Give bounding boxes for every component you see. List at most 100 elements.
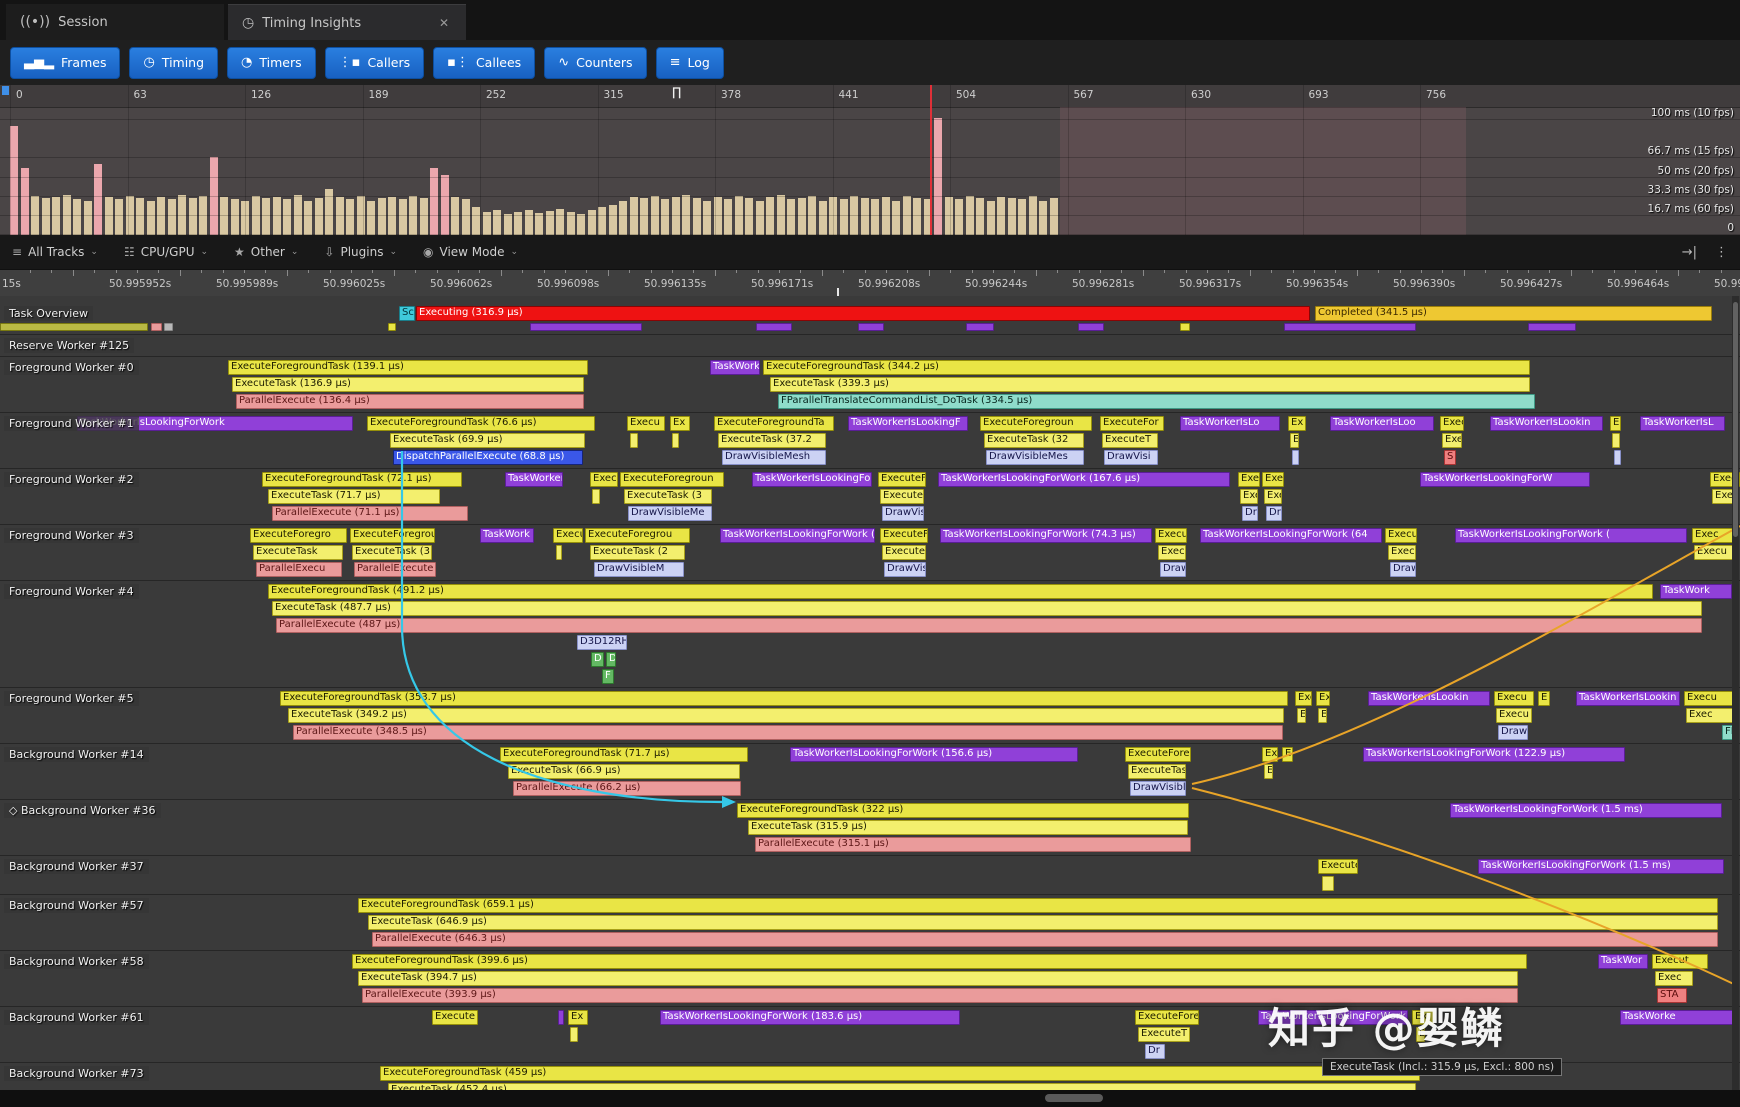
timing-event[interactable]: TaskWorkerIsLookingForWork (167.6 µs) xyxy=(938,472,1230,487)
timing-event[interactable]: Draw xyxy=(1390,562,1416,577)
timing-event[interactable]: ExecuteFor xyxy=(1100,416,1164,431)
timing-event[interactable]: Draw xyxy=(1160,562,1186,577)
timing-event[interactable]: TaskWorkerIsLookingForWork (1.5 ms) xyxy=(1450,803,1722,818)
timing-event[interactable]: Execu xyxy=(1385,528,1417,543)
timing-event[interactable]: Exec xyxy=(1655,971,1693,986)
timing-event[interactable] xyxy=(966,323,994,331)
timing-event[interactable]: Exec xyxy=(1158,545,1186,560)
timing-event[interactable]: ParallelExecute (71.1 µs) xyxy=(272,506,468,521)
frame-bar[interactable] xyxy=(461,199,470,235)
frame-bar[interactable] xyxy=(881,197,890,235)
timing-event[interactable]: Ex xyxy=(1288,416,1306,431)
timing-event[interactable]: TaskWork xyxy=(1660,584,1732,599)
track-row[interactable]: Foreground Worker #2 ExecuteForegroundTas… xyxy=(0,470,1740,525)
timing-event[interactable]: ExecuteForegroundTask (459 µs) xyxy=(380,1066,1420,1081)
timing-event[interactable] xyxy=(1612,433,1620,448)
timing-event[interactable]: TaskWorkerIsLookingFo xyxy=(752,472,872,487)
track-label[interactable]: Background Worker #61 xyxy=(4,1010,149,1025)
timing-event[interactable] xyxy=(558,1010,564,1025)
track-label[interactable]: Foreground Worker #4 xyxy=(4,584,139,599)
frame-bar[interactable] xyxy=(556,208,564,235)
frame-bar[interactable] xyxy=(524,209,533,235)
timing-event[interactable]: Ex xyxy=(1316,691,1330,706)
timing-event[interactable]: ParallelExecute (315.1 µs) xyxy=(755,837,1191,852)
timing-event[interactable]: Execu xyxy=(1262,472,1284,487)
timing-event[interactable]: ParallelExecute (66.2 µs) xyxy=(513,781,741,796)
frame-bar[interactable] xyxy=(640,198,648,235)
timing-event[interactable]: ExecuteTask (71.7 µs) xyxy=(268,489,440,504)
filter-other[interactable]: ★ Other ⌄ xyxy=(234,245,298,259)
timing-event[interactable]: ExecuteForegroun xyxy=(980,416,1092,431)
timing-event[interactable] xyxy=(858,323,884,331)
frame-bar[interactable] xyxy=(703,200,711,235)
toolbar-button-callers[interactable]: ⋮▪ Callers xyxy=(324,46,425,79)
timing-event[interactable] xyxy=(1614,450,1621,465)
timing-event[interactable]: ExecuteTask (66.9 µs) xyxy=(508,764,740,779)
frame-bar[interactable] xyxy=(1018,199,1026,235)
timing-event[interactable] xyxy=(0,323,148,331)
frame-bar[interactable] xyxy=(20,168,29,235)
timing-event[interactable]: DispatchParallelExecute (68.8 µs) xyxy=(393,450,583,465)
frame-bar[interactable] xyxy=(230,199,239,235)
timing-event[interactable]: ParallelExecute xyxy=(354,562,436,577)
track-row[interactable]: Task Overview Sc Executing (316.9 µs) Compl… xyxy=(0,296,1740,335)
timing-event[interactable]: ExecuteTask (394.7 µs) xyxy=(358,971,1518,986)
timing-event[interactable]: Dr xyxy=(1145,1044,1165,1059)
timing-event[interactable]: ExecuteFore xyxy=(1135,1010,1199,1025)
time-ruler[interactable]: 15s 50.995952s 50.995989s 50.996025s 50.9960… xyxy=(0,269,1740,303)
timing-event[interactable]: TaskWorkerIsLookingForWork (122.9 µs) xyxy=(1363,747,1625,762)
frame-bar[interactable] xyxy=(451,197,459,235)
frame-bar[interactable] xyxy=(818,200,827,235)
timing-event[interactable]: Execu xyxy=(1694,545,1734,560)
timing-event[interactable]: DrawVisibleMe xyxy=(628,506,712,521)
filter-cpu-gpu[interactable]: ☷ CPU/GPU ⌄ xyxy=(124,245,208,259)
timing-event[interactable]: Exe xyxy=(1295,691,1312,706)
frame-bar[interactable] xyxy=(83,200,92,235)
timing-event[interactable]: ExecuteTask (37.2 xyxy=(718,433,826,448)
jump-to-end-icon[interactable]: →| xyxy=(1682,245,1697,260)
frame-bar[interactable] xyxy=(724,199,732,235)
tab-session[interactable]: ((•)) Session xyxy=(6,4,224,40)
timing-event[interactable]: TaskWorkerIsLookingForWork (156.6 µs) xyxy=(790,747,1078,762)
timing-event[interactable]: D3D12RHI xyxy=(577,635,627,650)
timing-event[interactable]: TaskWork xyxy=(710,360,760,375)
timing-event[interactable]: ExecuteFore xyxy=(880,528,928,543)
timing-event[interactable]: ExecuteForegroundTask (399.6 µs) xyxy=(352,954,1527,969)
frame-bar[interactable] xyxy=(860,198,869,235)
timing-event[interactable]: TaskWorkerIsLoo xyxy=(1330,416,1434,431)
timing-event[interactable]: ExecuteForegroundTask (71.7 µs) xyxy=(500,747,748,762)
timing-event[interactable]: ExecuteTask (452.4 µs) xyxy=(388,1083,1416,1090)
timing-event[interactable]: TaskWorkerIsLookingForWork (64 xyxy=(1200,528,1382,543)
timing-event[interactable]: Exec xyxy=(1686,708,1736,723)
timing-event[interactable]: Execut xyxy=(553,528,583,543)
frame-index-ruler[interactable]: 0 63 126 189 252 315 378 441 504 567 630 693 756 ∏ xyxy=(0,85,1740,108)
frame-bar[interactable] xyxy=(944,197,953,235)
timing-event[interactable]: Ex xyxy=(568,1010,588,1025)
timing-event[interactable] xyxy=(1528,323,1576,331)
timing-event[interactable]: ExecuteTask (2 xyxy=(590,545,685,560)
timing-event[interactable]: ExecuteTask (646.9 µs) xyxy=(368,915,1718,930)
toolbar-button-counters[interactable]: ∿ Counters xyxy=(544,46,647,79)
frame-bar[interactable] xyxy=(104,197,113,235)
frame-bar[interactable] xyxy=(787,199,795,235)
timing-event[interactable]: ExecuteForegroundTask (659.1 µs) xyxy=(358,898,1718,913)
timing-event[interactable]: Execute xyxy=(432,1010,478,1025)
frame-bar[interactable] xyxy=(598,207,606,235)
timing-event[interactable]: ExecuteTask (136.9 µs) xyxy=(232,377,584,392)
timing-event[interactable]: Dra xyxy=(1266,506,1282,521)
frame-bar[interactable] xyxy=(892,200,900,235)
timing-event[interactable]: ExecuteTas xyxy=(882,545,926,560)
timing-event[interactable] xyxy=(556,545,562,560)
frame-bar[interactable] xyxy=(1039,200,1047,235)
timing-event[interactable]: ExecuteForegr xyxy=(878,472,926,487)
frame-bar[interactable] xyxy=(745,198,753,235)
frame-bar[interactable] xyxy=(136,198,144,235)
timing-event[interactable]: TaskWorkerIsLookingF xyxy=(848,416,968,431)
track-label[interactable]: Background Worker #57 xyxy=(4,898,149,913)
frame-bar[interactable] xyxy=(10,125,18,235)
timing-event[interactable]: ExecuteForegroundTask (353.7 µs) xyxy=(280,691,1288,706)
frame-bar[interactable] xyxy=(52,197,60,235)
timing-event[interactable]: ExecuteForegroundTask (344.2 µs) xyxy=(763,360,1530,375)
frame-bar[interactable] xyxy=(503,214,512,235)
frame-bar[interactable] xyxy=(146,200,155,235)
